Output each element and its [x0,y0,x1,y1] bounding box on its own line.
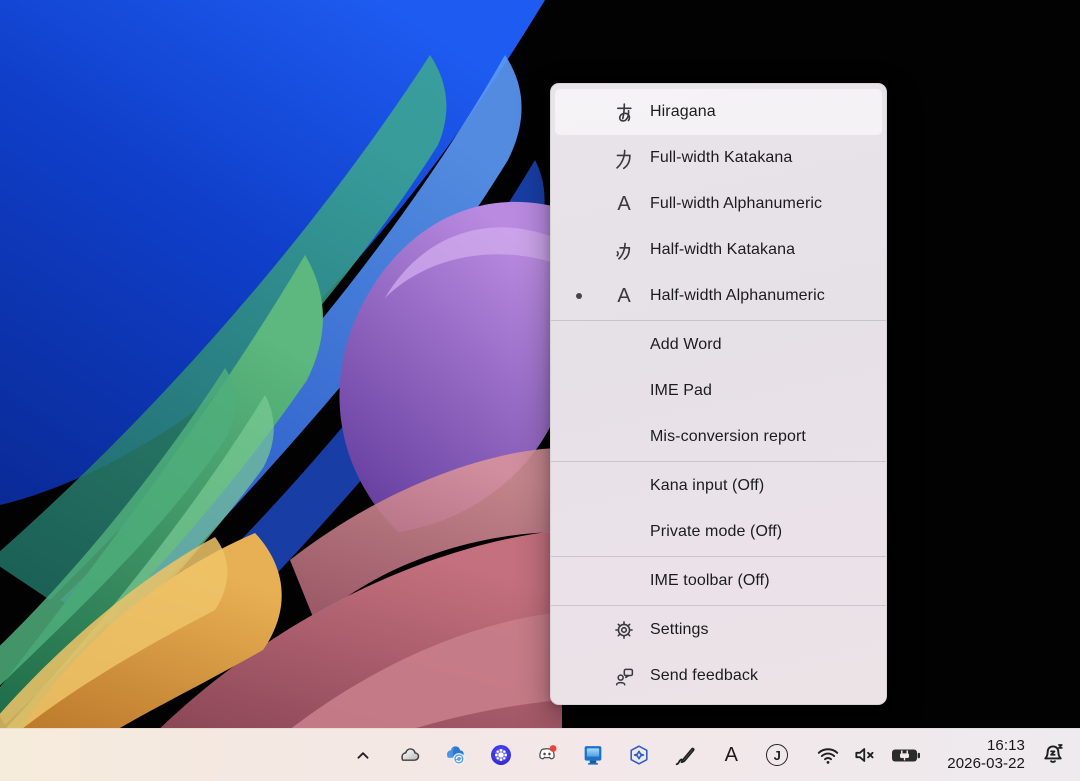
do-not-disturb-bell-icon[interactable] [1038,740,1068,770]
ime-context-menu: Hiragana Full-width Katakana A Full-widt… [550,83,887,705]
halfwidth-katakana-icon [611,237,637,263]
taskbar: A J [0,728,1080,781]
discord-icon[interactable] [534,742,560,768]
menu-item-fullwidth-alphanumeric[interactable]: A Full-width Alphanumeric [555,181,882,227]
wifi-icon [815,742,841,768]
menu-item-misconversion-report[interactable]: Mis-conversion report [555,414,882,460]
clock-date: 2026-03-22 [947,755,1025,774]
send-feedback-icon [611,663,637,689]
ime-mode-indicator[interactable]: A [718,742,744,768]
language-letter: J [766,744,788,766]
discord-notification-badge [550,745,557,752]
menu-item-hiragana[interactable]: Hiragana [555,89,882,135]
onedrive-cloud-icon[interactable] [396,742,422,768]
menu-item-label: Full-width Katakana [650,149,874,167]
menu-item-label: Private mode (Off) [650,523,874,541]
menu-item-label: IME toolbar (Off) [650,572,874,590]
menu-separator [551,320,886,321]
menu-item-label: Mis-conversion report [650,428,874,446]
system-tray: A J [350,742,790,768]
halfwidth-alphanumeric-icon: A [611,283,637,309]
menu-item-add-word[interactable]: Add Word [555,322,882,368]
quick-settings-group[interactable] [815,742,923,768]
fullwidth-katakana-icon [611,145,637,171]
selected-mode-bullet [576,293,582,299]
menu-item-label: Full-width Alphanumeric [650,195,874,213]
menu-item-send-feedback[interactable]: Send feedback [555,653,882,699]
menu-item-label: Hiragana [650,103,874,121]
menu-separator [551,556,886,557]
devbox-app-icon[interactable] [626,742,652,768]
volume-muted-icon [852,742,878,768]
menu-item-fullwidth-katakana[interactable]: Full-width Katakana [555,135,882,181]
menu-item-label: Half-width Alphanumeric [650,287,874,305]
menu-item-ime-toolbar[interactable]: IME toolbar (Off) [555,558,882,604]
taskbar-clock[interactable]: 16:13 2026-03-22 [947,737,1025,774]
language-indicator[interactable]: J [764,742,790,768]
menu-item-private-mode[interactable]: Private mode (Off) [555,509,882,555]
menu-item-label: Kana input (Off) [650,477,874,495]
menu-item-label: Half-width Katakana [650,241,874,259]
menu-item-halfwidth-katakana[interactable]: Half-width Katakana [555,227,882,273]
menu-item-label: Add Word [650,336,874,354]
pen-input-icon[interactable] [672,742,698,768]
desktop-wallpaper [0,0,1080,781]
menu-item-kana-input[interactable]: Kana input (Off) [555,463,882,509]
ime-mode-letter: A [725,744,738,767]
blue-orb-app-icon[interactable] [488,742,514,768]
clock-time: 16:13 [947,737,1025,756]
menu-item-label: Settings [650,621,874,639]
menu-item-halfwidth-alphanumeric[interactable]: A Half-width Alphanumeric [555,273,882,319]
menu-item-label: IME Pad [650,382,874,400]
battery-charging-icon [889,742,923,768]
fullwidth-alphanumeric-icon: A [611,191,637,217]
hiragana-a-icon [611,99,637,125]
menu-item-ime-pad[interactable]: IME Pad [555,368,882,414]
chevron-up-icon[interactable] [350,742,376,768]
menu-separator [551,605,886,606]
menu-separator [551,461,886,462]
cloud-sync-icon[interactable] [442,742,468,768]
menu-item-settings[interactable]: Settings [555,607,882,653]
menu-item-label: Send feedback [650,667,874,685]
monitor-app-icon[interactable] [580,742,606,768]
settings-gear-icon [611,617,637,643]
